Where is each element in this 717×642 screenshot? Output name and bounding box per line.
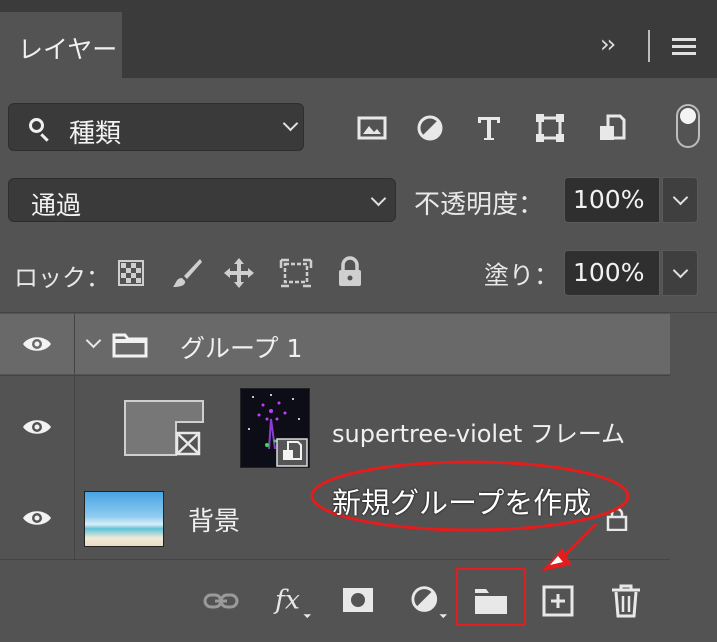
- layers-divider: [0, 312, 717, 313]
- eye-icon[interactable]: [22, 417, 52, 437]
- opacity-input[interactable]: 100%: [564, 177, 660, 223]
- new-group-highlight-box: [456, 568, 526, 626]
- lock-brush-icon[interactable]: [170, 256, 204, 290]
- folder-icon: [112, 333, 148, 358]
- annotation-text: 新規グループを作成: [332, 486, 592, 520]
- fill-input[interactable]: 100%: [564, 250, 660, 296]
- chevron-down-icon: [672, 262, 689, 279]
- lock-all-icon[interactable]: [336, 256, 364, 288]
- blend-mode-select[interactable]: 通過: [8, 178, 396, 222]
- tab-layers-label: レイヤー: [18, 35, 118, 64]
- mask-icon[interactable]: [340, 582, 376, 620]
- panel-menu-icon[interactable]: [672, 38, 696, 56]
- opacity-value: 100%: [573, 185, 645, 214]
- header-divider: [648, 30, 650, 62]
- filter-toggle-switch[interactable]: [676, 104, 700, 148]
- blend-mode-value: 通過: [31, 191, 82, 220]
- visibility-cell[interactable]: [0, 477, 75, 559]
- text-type-icon[interactable]: [473, 112, 505, 144]
- svg-text:fx: fx: [273, 585, 300, 616]
- visibility-cell[interactable]: [0, 376, 75, 477]
- lock-label: ロック：: [14, 264, 110, 292]
- filter-type-select[interactable]: 種類: [8, 103, 304, 151]
- layer-thumbnail: [84, 491, 164, 547]
- opacity-dropdown-button[interactable]: [662, 177, 698, 223]
- layer-name: supertree-violet フレーム: [332, 420, 626, 448]
- trash-icon[interactable]: [608, 582, 644, 620]
- expand-panel-icon[interactable]: ››: [600, 30, 616, 58]
- filter-type-label: 種類: [69, 119, 122, 149]
- fill-dropdown-button[interactable]: [662, 250, 698, 296]
- layer-name: グループ 1: [180, 334, 303, 363]
- layer-name: 背景: [188, 507, 241, 537]
- lock-pixels-icon[interactable]: [118, 260, 144, 286]
- visibility-cell[interactable]: [0, 314, 75, 374]
- eye-icon[interactable]: [22, 334, 52, 354]
- chevron-down-icon: [282, 115, 299, 132]
- group-expand-chevron-icon[interactable]: [85, 332, 102, 349]
- frame-placeholder-icon: [124, 400, 204, 456]
- new-layer-icon[interactable]: [540, 582, 576, 620]
- shape-icon[interactable]: [534, 112, 566, 144]
- chevron-down-icon: [672, 189, 689, 206]
- smart-object-icon[interactable]: [596, 112, 628, 144]
- chevron-down-icon: [370, 190, 387, 207]
- lock-position-icon[interactable]: [222, 256, 256, 290]
- search-icon: [29, 118, 44, 133]
- fx-icon[interactable]: fx: [272, 582, 316, 620]
- adjustment-icon[interactable]: [414, 112, 446, 144]
- opacity-label: 不透明度：: [414, 190, 545, 220]
- link-icon[interactable]: [202, 582, 240, 620]
- layer-thumbnail: [240, 388, 310, 468]
- image-icon[interactable]: [356, 112, 388, 144]
- lock-artboard-icon[interactable]: [278, 256, 314, 290]
- fill-value: 100%: [573, 258, 645, 287]
- fill-label: 塗り：: [484, 261, 560, 290]
- eye-icon[interactable]: [22, 508, 52, 528]
- adjustment-layer-icon[interactable]: [408, 582, 452, 620]
- layer-row-group[interactable]: グループ 1: [0, 314, 670, 374]
